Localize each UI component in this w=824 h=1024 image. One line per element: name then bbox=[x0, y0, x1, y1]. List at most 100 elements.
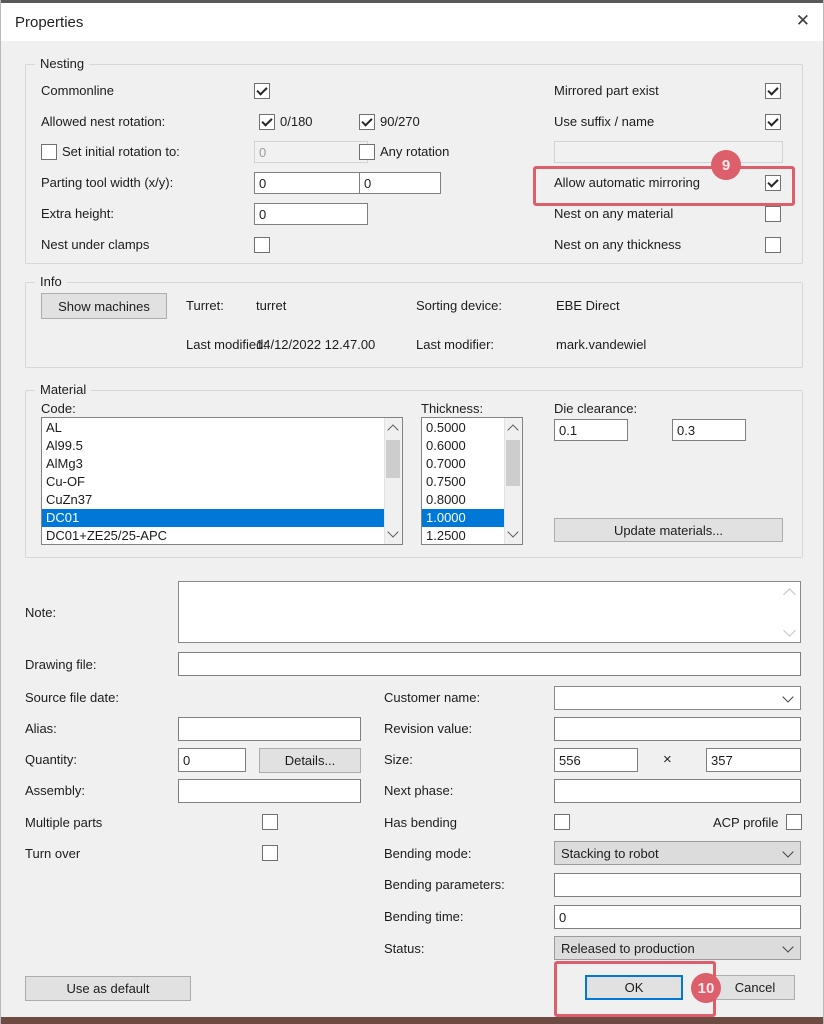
mirrored-part-checkbox[interactable] bbox=[765, 83, 781, 99]
multiple-parts-checkbox[interactable] bbox=[262, 814, 278, 830]
quantity-input[interactable] bbox=[178, 748, 246, 772]
any-rotation-checkbox[interactable] bbox=[359, 144, 375, 160]
die-clearance-1-input[interactable] bbox=[554, 419, 628, 441]
suffix-name-input[interactable] bbox=[554, 141, 783, 163]
bending-mode-label: Bending mode: bbox=[384, 846, 471, 862]
scroll-down-icon[interactable] bbox=[507, 526, 518, 537]
bending-mode-value: Stacking to robot bbox=[561, 846, 659, 861]
set-initial-rotation-checkbox[interactable] bbox=[41, 144, 57, 160]
turn-over-checkbox[interactable] bbox=[262, 845, 278, 861]
customer-name-select[interactable] bbox=[554, 686, 801, 710]
thickness-listbox[interactable]: 0.50000.60000.70000.75000.80001.00001.25… bbox=[421, 417, 523, 545]
status-select[interactable]: Released to production bbox=[554, 936, 801, 960]
turn-over-label: Turn over bbox=[25, 846, 80, 862]
multiple-parts-label: Multiple parts bbox=[25, 815, 102, 831]
bending-parameters-label: Bending parameters: bbox=[384, 877, 505, 893]
list-item[interactable]: 0.7000 bbox=[422, 455, 505, 473]
quantity-label: Quantity: bbox=[25, 752, 77, 768]
size-height-input[interactable] bbox=[706, 748, 801, 772]
bending-time-label: Bending time: bbox=[384, 909, 464, 925]
close-icon[interactable]: ✕ bbox=[796, 11, 810, 31]
scroll-down-icon[interactable] bbox=[387, 526, 398, 537]
list-item[interactable]: 0.7500 bbox=[422, 473, 505, 491]
turret-value: turret bbox=[256, 298, 286, 314]
details-button[interactable]: Details... bbox=[259, 748, 361, 773]
nest-any-material-label: Nest on any material bbox=[554, 206, 673, 222]
use-suffix-label: Use suffix / name bbox=[554, 114, 654, 130]
annotation-badge-9: 9 bbox=[711, 150, 741, 180]
list-item[interactable]: Cu-OF bbox=[42, 473, 385, 491]
nest-under-clamps-checkbox[interactable] bbox=[254, 237, 270, 253]
list-item[interactable]: CuZn37 bbox=[42, 491, 385, 509]
update-materials-button[interactable]: Update materials... bbox=[554, 518, 783, 542]
ok-button[interactable]: OK bbox=[585, 975, 683, 1000]
source-file-date-label: Source file date: bbox=[25, 690, 119, 706]
nest-under-clamps-label: Nest under clamps bbox=[41, 237, 149, 253]
set-initial-rotation-label: Set initial rotation to: bbox=[62, 144, 180, 160]
cancel-button[interactable]: Cancel bbox=[715, 975, 795, 1000]
allow-automatic-mirroring-label: Allow automatic mirroring bbox=[554, 175, 700, 191]
list-item[interactable]: AL bbox=[42, 419, 385, 437]
drawing-file-label: Drawing file: bbox=[25, 657, 97, 673]
list-item[interactable]: DC01 bbox=[42, 509, 385, 527]
next-phase-input[interactable] bbox=[554, 779, 801, 803]
material-code-listbox[interactable]: ALAl99.5AlMg3Cu-OFCuZn37DC01DC01+ZE25/25… bbox=[41, 417, 403, 545]
rotation-0-180-checkbox[interactable] bbox=[259, 114, 275, 130]
revision-value-input[interactable] bbox=[554, 717, 801, 741]
show-machines-button[interactable]: Show machines bbox=[41, 293, 167, 319]
assembly-input[interactable] bbox=[178, 779, 361, 803]
scrollbar-thumb[interactable] bbox=[386, 440, 400, 478]
sorting-device-label: Sorting device: bbox=[416, 298, 502, 314]
note-textarea[interactable] bbox=[178, 581, 801, 643]
scroll-up-icon[interactable] bbox=[507, 424, 518, 435]
alias-input[interactable] bbox=[178, 717, 361, 741]
acp-profile-label: ACP profile bbox=[713, 815, 779, 831]
initial-rotation-input[interactable] bbox=[254, 141, 368, 163]
allow-automatic-mirroring-checkbox[interactable] bbox=[765, 175, 781, 191]
scrollbar-thumb[interactable] bbox=[506, 440, 520, 486]
nest-any-thickness-checkbox[interactable] bbox=[765, 237, 781, 253]
last-modifier-label: Last modifier: bbox=[416, 337, 494, 353]
acp-profile-checkbox[interactable] bbox=[786, 814, 802, 830]
bending-mode-select[interactable]: Stacking to robot bbox=[554, 841, 801, 865]
nesting-legend: Nesting bbox=[35, 56, 89, 72]
list-item[interactable]: 1.0000 bbox=[422, 509, 505, 527]
window-title: Properties bbox=[15, 14, 83, 31]
size-width-input[interactable] bbox=[554, 748, 638, 772]
bending-time-input[interactable] bbox=[554, 905, 801, 929]
status-value: Released to production bbox=[561, 941, 695, 956]
scroll-up-icon[interactable] bbox=[387, 424, 398, 435]
nest-any-material-checkbox[interactable] bbox=[765, 206, 781, 222]
die-clearance-label: Die clearance: bbox=[554, 401, 637, 417]
rotation-90-270-checkbox[interactable] bbox=[359, 114, 375, 130]
last-modified-label: Last modified: bbox=[186, 337, 267, 353]
has-bending-label: Has bending bbox=[384, 815, 457, 831]
code-list-scrollbar[interactable] bbox=[384, 418, 402, 544]
code-label: Code: bbox=[41, 401, 76, 417]
parting-width-x-input[interactable] bbox=[254, 172, 368, 194]
customer-name-label: Customer name: bbox=[384, 690, 480, 706]
use-as-default-button[interactable]: Use as default bbox=[25, 976, 191, 1001]
list-item[interactable]: AlMg3 bbox=[42, 455, 385, 473]
parting-width-y-input[interactable] bbox=[359, 172, 441, 194]
chevron-down-icon bbox=[782, 941, 793, 952]
drawing-file-input[interactable] bbox=[178, 652, 801, 676]
commonline-checkbox[interactable] bbox=[254, 83, 270, 99]
list-item[interactable]: 0.8000 bbox=[422, 491, 505, 509]
die-clearance-2-input[interactable] bbox=[672, 419, 746, 441]
nesting-group: Nesting bbox=[25, 64, 803, 264]
list-item[interactable]: 0.6000 bbox=[422, 437, 505, 455]
turret-label: Turret: bbox=[186, 298, 224, 314]
has-bending-checkbox[interactable] bbox=[554, 814, 570, 830]
thickness-list-scrollbar[interactable] bbox=[504, 418, 522, 544]
extra-height-input[interactable] bbox=[254, 203, 368, 225]
size-multiply-separator: × bbox=[663, 751, 672, 768]
rotation-90-270-label: 90/270 bbox=[380, 114, 420, 130]
use-suffix-checkbox[interactable] bbox=[765, 114, 781, 130]
list-item[interactable]: 1.2500 bbox=[422, 527, 505, 544]
list-item[interactable]: DC01+ZE25/25-APC bbox=[42, 527, 385, 544]
bending-parameters-input[interactable] bbox=[554, 873, 801, 897]
status-label: Status: bbox=[384, 941, 424, 957]
list-item[interactable]: Al99.5 bbox=[42, 437, 385, 455]
list-item[interactable]: 0.5000 bbox=[422, 419, 505, 437]
